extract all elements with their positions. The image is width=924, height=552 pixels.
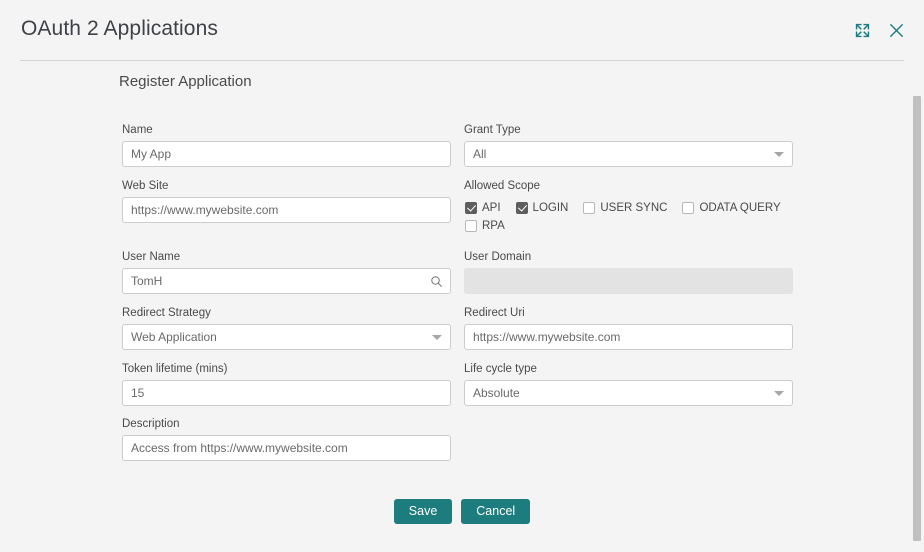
field-label-token-lifetime: Token lifetime (mins) (122, 363, 228, 375)
field-grant-type: Grant Type (464, 123, 793, 167)
field-user-name: User Name (122, 250, 451, 294)
user-name-input[interactable] (122, 268, 451, 294)
section-title: Register Application (119, 73, 252, 90)
name-input[interactable] (122, 141, 451, 167)
field-redirect-strategy: Redirect Strategy (122, 306, 451, 350)
checkbox-odata-query[interactable]: ODATA QUERY (682, 202, 781, 214)
name-input-wrap (122, 141, 451, 167)
dialog-header: OAuth 2 Applications (0, 0, 924, 61)
field-allowed-scope: Allowed Scope (464, 179, 540, 197)
field-label-redirect-strategy: Redirect Strategy (122, 307, 211, 319)
checkbox-login-label: LOGIN (532, 202, 569, 214)
expand-icon[interactable] (852, 20, 872, 40)
redirect-uri-input[interactable] (464, 324, 793, 350)
life-cycle-type-select[interactable] (464, 380, 793, 406)
dialog-body: Register Application Name Web Site User … (0, 61, 924, 552)
user-name-input-wrap (122, 268, 451, 294)
vertical-scrollbar[interactable] (910, 61, 924, 552)
token-lifetime-input-wrap (122, 380, 451, 406)
field-user-domain: User Domain (464, 250, 793, 294)
checkbox-login-box[interactable] (515, 202, 528, 214)
grant-type-select[interactable] (464, 141, 793, 167)
checkbox-rpa[interactable]: RPA (465, 220, 790, 232)
vertical-scrollbar-thumb[interactable] (913, 96, 921, 541)
checkbox-user-sync[interactable]: USER SYNC (583, 202, 667, 214)
checkbox-odata-query-label: ODATA QUERY (699, 202, 781, 214)
checkbox-rpa-box[interactable] (465, 220, 477, 232)
field-redirect-uri: Redirect Uri (464, 306, 793, 350)
field-label-allowed-scope: Allowed Scope (464, 180, 541, 192)
description-input-wrap (122, 435, 451, 461)
web-site-input[interactable] (122, 197, 451, 223)
life-cycle-type-select-wrap (464, 380, 793, 406)
field-name: Name (122, 123, 451, 167)
allowed-scope-checkbox-group: API LOGIN USER SYNC ODATA QUERY RPA (465, 202, 805, 232)
header-actions (852, 20, 906, 40)
field-label-name: Name (122, 124, 153, 136)
checkbox-api-label: API (482, 202, 501, 214)
user-domain-input (464, 268, 793, 294)
form-button-bar: Save Cancel (0, 499, 924, 524)
checkbox-odata-query-box[interactable] (682, 202, 695, 214)
token-lifetime-input[interactable] (122, 380, 451, 406)
field-label-user-domain: User Domain (464, 251, 532, 263)
checkbox-api[interactable]: API (465, 202, 501, 214)
field-label-grant-type: Grant Type (464, 124, 521, 136)
checkbox-user-sync-label: USER SYNC (600, 202, 668, 214)
redirect-uri-input-wrap (464, 324, 793, 350)
web-site-input-wrap (122, 197, 451, 223)
checkbox-api-box[interactable] (465, 202, 477, 214)
field-label-web-site: Web Site (122, 180, 169, 192)
page-title: OAuth 2 Applications (21, 17, 218, 40)
field-label-redirect-uri: Redirect Uri (464, 307, 525, 319)
field-label-life-cycle-type: Life cycle type (464, 363, 537, 375)
field-description: Description (122, 417, 451, 461)
search-icon[interactable] (428, 273, 444, 289)
checkbox-user-sync-box[interactable] (583, 202, 596, 214)
user-domain-input-wrap (464, 268, 793, 294)
cancel-button[interactable]: Cancel (461, 499, 531, 524)
redirect-strategy-select[interactable] (122, 324, 451, 350)
grant-type-select-wrap (464, 141, 793, 167)
save-button[interactable]: Save (393, 499, 453, 524)
field-web-site: Web Site (122, 179, 451, 223)
field-token-lifetime: Token lifetime (mins) (122, 362, 451, 406)
field-label-user-name: User Name (122, 251, 181, 263)
field-life-cycle-type: Life cycle type (464, 362, 793, 406)
redirect-strategy-select-wrap (122, 324, 451, 350)
description-input[interactable] (122, 435, 451, 461)
checkbox-login[interactable]: LOGIN (515, 202, 569, 214)
checkbox-rpa-label: RPA (482, 220, 505, 232)
field-label-description: Description (122, 418, 180, 430)
close-icon[interactable] (886, 20, 906, 40)
